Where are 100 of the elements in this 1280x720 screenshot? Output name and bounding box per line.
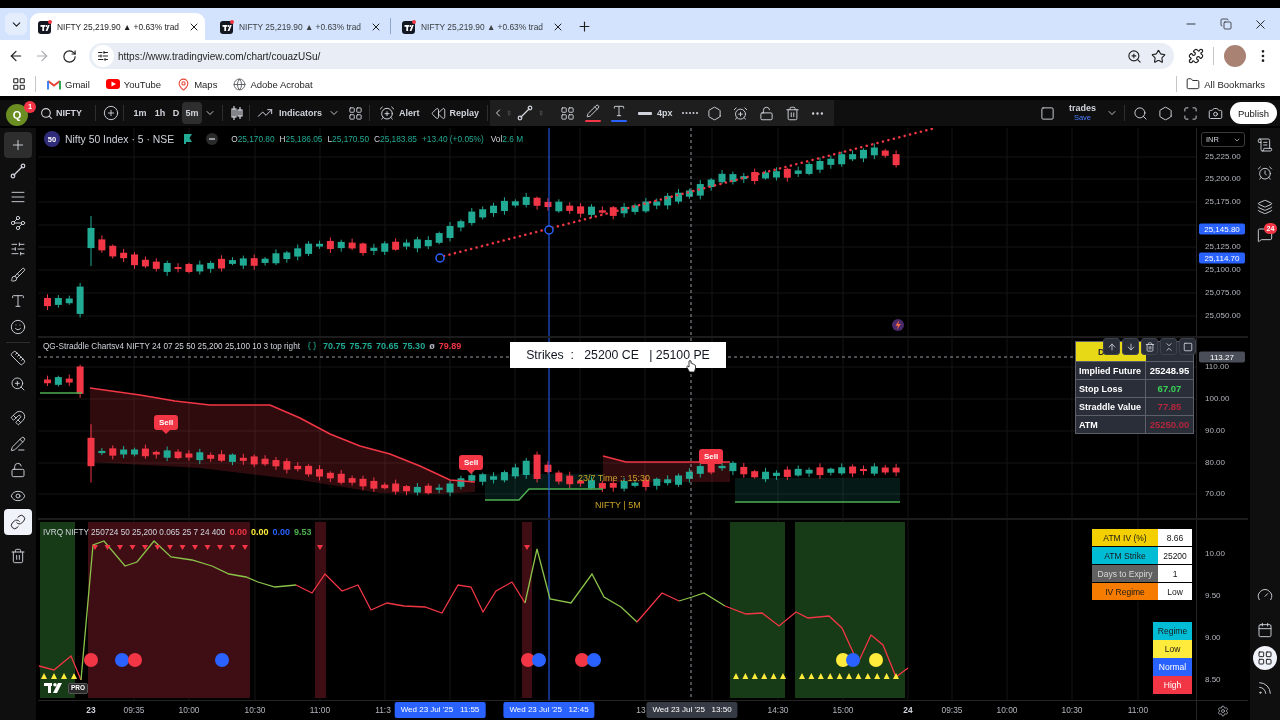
symbol-title[interactable]: Nifty 50 Index · 5 · NSE bbox=[65, 133, 175, 145]
collapse-button[interactable] bbox=[1160, 338, 1177, 355]
bookmark-link[interactable]: Maps bbox=[171, 74, 224, 94]
triangle-marker bbox=[154, 545, 161, 550]
delete-button[interactable] bbox=[1141, 338, 1158, 355]
grip-icon[interactable] bbox=[538, 107, 545, 119]
browser-tab[interactable]: NIFTY 25,219.90 ▲ +0.63% trad bbox=[30, 13, 205, 40]
interval-button[interactable]: 1m bbox=[130, 102, 150, 124]
search-icon bbox=[40, 106, 53, 120]
trend-line-icon[interactable] bbox=[517, 105, 534, 121]
browser-tab[interactable]: NIFTY 25,219.90 ▲ +0.63% trad bbox=[394, 13, 569, 40]
triangle-marker bbox=[799, 673, 805, 679]
move-up-button[interactable] bbox=[1103, 338, 1120, 355]
settings-icon[interactable] bbox=[1216, 704, 1229, 717]
price-tick: 9.00 bbox=[1205, 634, 1221, 642]
trash-icon[interactable] bbox=[784, 105, 800, 121]
trash-icon bbox=[10, 548, 26, 564]
symbol-search-button[interactable]: NIFTY bbox=[40, 102, 82, 124]
line-width-button[interactable]: 4px bbox=[632, 102, 680, 124]
apps-icon[interactable] bbox=[12, 77, 26, 91]
settings-icon[interactable] bbox=[1158, 105, 1173, 121]
extensions-icon[interactable] bbox=[1188, 48, 1204, 64]
compare-icon[interactable] bbox=[103, 105, 119, 121]
interval-button[interactable]: 5m bbox=[182, 102, 202, 124]
bookmark-link[interactable]: Gmail bbox=[41, 74, 96, 94]
triangle-marker bbox=[808, 673, 815, 679]
zoom-in-icon bbox=[10, 376, 26, 392]
publish-button[interactable]: Publish bbox=[1230, 102, 1277, 124]
maximize-button[interactable] bbox=[1179, 338, 1196, 355]
indicator-value: 75.75 bbox=[349, 341, 373, 351]
table-cell: Days to Expiry bbox=[1092, 565, 1158, 583]
address-bar[interactable]: https://www.tradingview.com/chart/couazUSu/ bbox=[89, 43, 1174, 69]
tab-list-button[interactable] bbox=[5, 13, 27, 35]
add-grid-icon[interactable] bbox=[559, 105, 575, 121]
indicators-button[interactable]: Indicators bbox=[257, 102, 322, 124]
candlestick-icon[interactable] bbox=[230, 105, 244, 121]
arrow-up-icon bbox=[1106, 341, 1117, 352]
grip-icon[interactable] bbox=[506, 107, 513, 119]
price-tick: 90.00 bbox=[1205, 427, 1226, 435]
triangle-marker bbox=[242, 545, 248, 550]
bookmark-link[interactable]: YouTube bbox=[99, 74, 168, 94]
restore-icon[interactable] bbox=[1219, 18, 1232, 30]
line-handle[interactable] bbox=[435, 253, 445, 263]
pencil-icon bbox=[586, 104, 601, 118]
lightning-icon[interactable] bbox=[892, 319, 904, 331]
time-marker-label: Wed 23 Jul '25 11:55 bbox=[394, 702, 486, 718]
camera-icon[interactable] bbox=[1208, 105, 1223, 121]
table-cell: Implied Future bbox=[1076, 361, 1146, 379]
crosshair-button[interactable] bbox=[4, 132, 32, 158]
fullscreen-icon[interactable] bbox=[1183, 105, 1198, 121]
grid-button[interactable] bbox=[1253, 646, 1277, 670]
time-tick: 11:00 bbox=[309, 706, 331, 715]
regime-legend-item: High bbox=[1153, 676, 1192, 694]
reload-icon[interactable] bbox=[62, 48, 77, 64]
templates-icon[interactable] bbox=[348, 105, 363, 121]
interval-button[interactable]: 1h bbox=[150, 102, 170, 124]
sliders-icon bbox=[10, 241, 26, 257]
replay-button[interactable]: Replay bbox=[430, 102, 480, 124]
bookmark-star-icon[interactable] bbox=[1151, 48, 1166, 64]
indicator-legend: QG-Straddle Chartsv4 NIFTY 24 07 25 50 25,200 25,100 10 3 top right bbox=[43, 341, 300, 351]
line-handle[interactable] bbox=[544, 225, 554, 235]
lock-open-icon[interactable] bbox=[758, 105, 774, 121]
triangle-marker bbox=[92, 545, 98, 550]
new-tab-icon[interactable] bbox=[576, 18, 592, 34]
search-icon[interactable] bbox=[1133, 105, 1148, 121]
dotted-line-icon[interactable] bbox=[682, 111, 699, 115]
square-icon[interactable] bbox=[1040, 105, 1055, 121]
triangle-marker bbox=[317, 545, 323, 550]
signal-dot bbox=[587, 653, 601, 667]
time-tick: 15:00 bbox=[832, 706, 854, 715]
back-icon[interactable] bbox=[8, 48, 24, 64]
time-tick: 10:30 bbox=[1061, 706, 1083, 715]
bookmark-link[interactable]: Adobe Acrobat bbox=[227, 74, 319, 94]
alert-button[interactable]: Alert bbox=[379, 102, 420, 124]
browser-tab[interactable]: NIFTY 25,219.90 ▲ +0.63% trad bbox=[212, 13, 387, 40]
text-icon bbox=[10, 293, 26, 309]
triangle-marker bbox=[770, 673, 777, 679]
crosshair-icon bbox=[10, 137, 26, 153]
triangle-marker bbox=[179, 545, 186, 550]
link-button[interactable] bbox=[4, 509, 32, 535]
zoom-icon[interactable] bbox=[1127, 48, 1142, 64]
braces-icon[interactable] bbox=[307, 341, 317, 351]
settings-icon[interactable] bbox=[706, 105, 722, 121]
sell-signal-label: Sell bbox=[154, 415, 179, 434]
table-cell: 1 bbox=[1158, 565, 1192, 583]
move-down-button[interactable] bbox=[1122, 338, 1139, 355]
layout-name[interactable]: trades bbox=[1069, 104, 1096, 114]
table-cell: ATM IV (%) bbox=[1092, 529, 1158, 547]
price-tick: 8.50 bbox=[1205, 676, 1221, 684]
indicator-value: 9.53 bbox=[294, 527, 312, 537]
triangle-marker bbox=[51, 673, 57, 679]
minus-circle-icon[interactable] bbox=[206, 133, 219, 145]
alarm-clock-icon[interactable] bbox=[732, 105, 748, 121]
profile-avatar[interactable] bbox=[1224, 45, 1246, 67]
flag-icon bbox=[183, 134, 194, 144]
table-cell: 25248.95 bbox=[1146, 361, 1193, 379]
interval-button[interactable]: D bbox=[170, 102, 182, 124]
site-info-button[interactable] bbox=[92, 45, 114, 67]
all-bookmarks-link[interactable]: All Bookmarks bbox=[1180, 74, 1271, 94]
price-tick: 25,050.00 bbox=[1205, 312, 1241, 320]
